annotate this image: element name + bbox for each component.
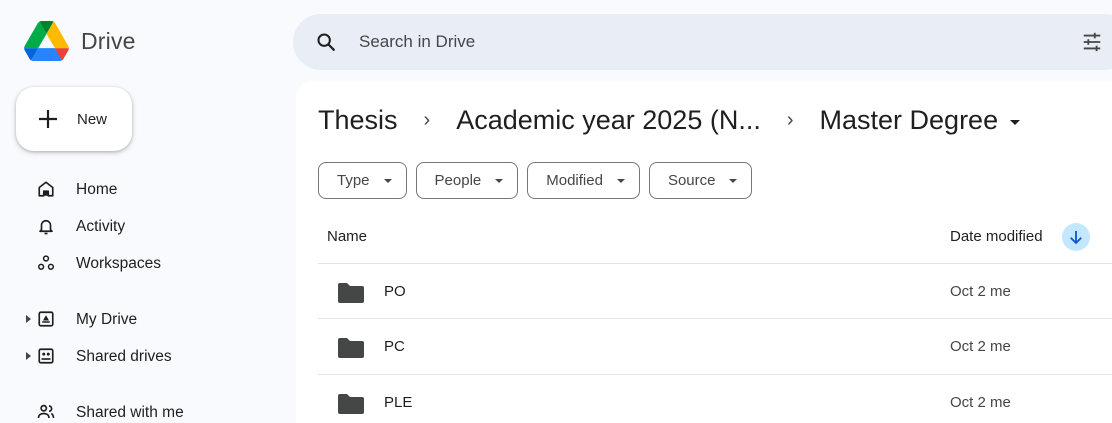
shared-drives-icon [38,348,54,364]
breadcrumb-item-thesis[interactable]: Thesis [318,105,398,136]
sidebar-item-label: My Drive [76,311,138,328]
arrow-drop-down-icon [729,178,738,183]
filter-label: People [434,172,482,189]
new-button-label: New [77,111,108,128]
arrow-drop-down-icon [616,178,625,183]
filter-modified[interactable]: Modified [527,162,640,199]
workspaces-icon [37,255,55,270]
drive-logo[interactable]: Drive [24,21,136,61]
sort-direction-button[interactable] [1062,223,1090,251]
expand-arrow-icon[interactable] [26,352,31,360]
search-input[interactable]: Search in Drive [359,32,475,52]
breadcrumb-item-academic-year[interactable]: Academic year 2025 (N... [456,105,761,136]
column-header-name[interactable]: Name [327,228,367,245]
sidebar-item-label: Workspaces [76,255,161,272]
my-drive-icon [38,311,54,327]
breadcrumb-separator: › [423,109,431,131]
table-row[interactable]: PC Oct 2 me [318,318,1112,373]
file-date-modified: Oct 2 me [950,283,1011,300]
app-name: Drive [81,27,136,54]
filter-label: Type [337,172,370,189]
home-icon [38,181,54,197]
drive-logo-icon [24,21,69,61]
arrow-down-icon [1070,231,1082,245]
main-content: Thesis › Academic year 2025 (N... › Mast… [296,81,1112,423]
filter-type[interactable]: Type [318,162,407,199]
sidebar-item-home[interactable]: Home [0,172,280,206]
folder-icon [338,394,364,414]
table-row[interactable]: PLE Oct 2 me [318,374,1112,423]
folder-icon [338,338,364,358]
column-header-date-modified[interactable]: Date modified [950,228,1043,245]
file-name: PC [384,338,405,355]
filter-label: Modified [546,172,603,189]
new-button[interactable]: New [16,87,132,151]
breadcrumb: Thesis › Academic year 2025 (N... › Mast… [318,105,1021,136]
search-bar[interactable]: Search in Drive [293,14,1112,70]
sidebar-item-my-drive[interactable]: My Drive [0,302,280,336]
sidebar-item-shared-drives[interactable]: Shared drives [0,339,280,373]
filter-chips: Type People Modified Source [318,162,761,199]
file-date-modified: Oct 2 me [950,394,1011,411]
folder-icon [338,283,364,303]
file-date-modified: Oct 2 me [950,338,1011,355]
filter-label: Source [667,172,716,189]
breadcrumb-separator: › [786,109,794,131]
file-name: PLE [384,394,413,411]
breadcrumb-current-folder[interactable]: Master Degree [820,105,1021,136]
plus-icon [39,110,57,128]
tune-icon[interactable] [1081,31,1103,53]
sidebar-item-label: Shared drives [76,348,172,365]
sidebar-item-workspaces[interactable]: Workspaces [0,246,280,280]
sidebar-item-label: Home [76,181,118,198]
search-icon[interactable] [315,31,337,53]
file-name: PO [384,283,406,300]
expand-arrow-icon[interactable] [26,315,31,323]
filter-people[interactable]: People [415,162,519,199]
sidebar-item-activity[interactable]: Activity [0,209,280,243]
arrow-drop-down-icon [1010,120,1021,125]
arrow-drop-down-icon [495,178,504,183]
shared-with-me-icon [37,404,55,419]
arrow-drop-down-icon [383,178,392,183]
table-row[interactable]: PO Oct 2 me [318,263,1112,318]
sidebar-item-label: Shared with me [76,404,184,421]
sidebar-item-shared-with-me[interactable]: Shared with me [0,395,280,423]
sidebar-item-label: Activity [76,218,126,235]
page-title: Master Degree [819,105,999,135]
drive-app: Drive Search in Drive New Home Activity … [0,0,1112,423]
bell-icon [39,219,53,235]
filter-source[interactable]: Source [648,162,753,199]
